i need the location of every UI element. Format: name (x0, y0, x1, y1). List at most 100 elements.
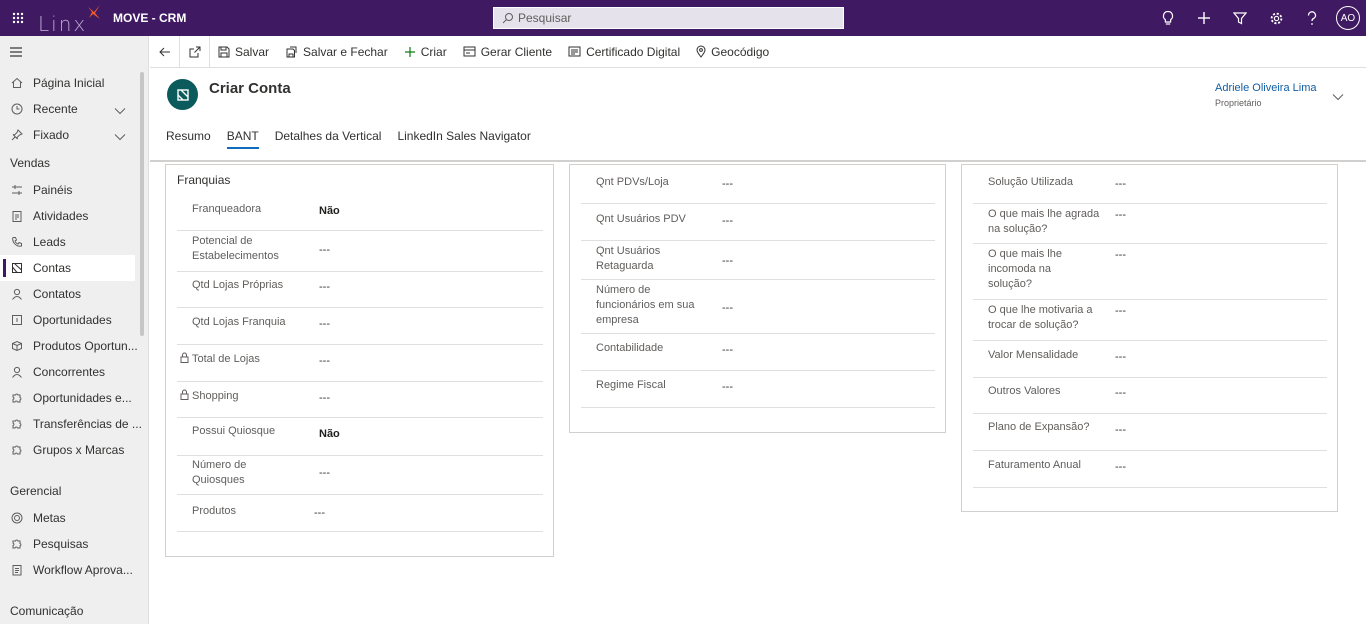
save-close-icon (286, 46, 297, 57)
chevron-down-icon[interactable] (114, 104, 126, 118)
sidebar-item-label: Workflow Aprova... (33, 563, 133, 577)
save-and-close-button[interactable]: Salvar e Fechar (277, 36, 396, 68)
search-placeholder: Pesquisar (518, 11, 572, 25)
field-value[interactable]: --- (319, 244, 330, 256)
sidebar-group-title: Comunicação (10, 603, 84, 618)
field-row: Potencial de Estabelecimentos --- (177, 231, 543, 272)
field-label: Qnt PDVs/Loja (596, 176, 669, 188)
account-entity-icon (167, 79, 198, 110)
field-label: Número de Quiosques (192, 459, 247, 486)
sidebar-item-groups-brands[interactable]: Grupos x Marcas (0, 437, 148, 463)
sidebar-item-dashboards[interactable]: Painéis (0, 177, 148, 203)
sidebar-item-recent[interactable]: Recente (0, 96, 148, 122)
sidebar-item-transfers[interactable]: Transferências de ... (0, 411, 148, 437)
field-row: Qnt Usuários PDV --- (581, 204, 935, 241)
field-row: Shopping --- (177, 382, 543, 418)
field-row: Plano de Expansão? --- (973, 414, 1327, 451)
sidebar-item-opportunities[interactable]: Oportunidades (0, 307, 148, 333)
sidebar-item-workflow[interactable]: Workflow Aprova... (0, 557, 148, 583)
sidebar-item-contacts[interactable]: Contatos (0, 281, 148, 307)
field-value[interactable]: --- (1115, 351, 1126, 363)
field-value[interactable]: Não (319, 205, 340, 217)
hamburger-menu-icon[interactable] (0, 36, 148, 68)
avatar[interactable]: AO (1336, 6, 1360, 30)
plus-icon[interactable] (1186, 0, 1222, 36)
digital-certificate-button[interactable]: Certificado Digital (560, 36, 688, 68)
field-label: Qnt Usuários Retaguarda (596, 245, 661, 272)
tab-detalhes-da-vertical[interactable]: Detalhes da Vertical (275, 129, 382, 147)
sidebar-item-label: Transferências de ... (33, 417, 142, 431)
search-input[interactable]: Pesquisar (493, 7, 844, 29)
save-button[interactable]: Salvar (210, 36, 277, 68)
sidebar-item-opportunity-products[interactable]: Produtos Oportun... (0, 333, 148, 359)
field-row: Regime Fiscal --- (581, 371, 935, 408)
sidebar-item-goals[interactable]: Metas (0, 505, 148, 531)
sidebar-item-leads[interactable]: Leads (0, 229, 148, 255)
gear-icon[interactable] (1258, 0, 1294, 36)
field-row: O que lhe motivaria a trocar de solução?… (973, 300, 1327, 341)
form-tabs: Resumo BANT Detalhes da Vertical LinkedI… (166, 129, 547, 149)
help-icon[interactable] (1294, 0, 1330, 36)
field-value[interactable]: --- (722, 381, 733, 393)
app-name[interactable]: MOVE - CRM (113, 11, 186, 25)
filter-icon[interactable] (1222, 0, 1258, 36)
field-row: Valor Mensalidade --- (973, 341, 1327, 378)
card-icon (463, 46, 476, 57)
sidebar-item-surveys[interactable]: Pesquisas (0, 531, 148, 557)
field-value[interactable]: --- (722, 178, 733, 190)
sidebar-item-opportunities-e[interactable]: Oportunidades e... (0, 385, 148, 411)
sidebar: Página Inicial Recente Fixado Vendas Pai… (0, 36, 149, 624)
waffle-icon[interactable] (0, 0, 36, 36)
field-value[interactable]: --- (1115, 387, 1126, 399)
field-value[interactable]: --- (314, 507, 325, 519)
create-button[interactable]: Criar (396, 36, 455, 68)
field-value[interactable]: --- (1115, 209, 1126, 221)
location-icon (696, 45, 706, 58)
field-value[interactable]: --- (1115, 424, 1126, 436)
field-row: Número de Quiosques --- (177, 456, 543, 495)
chevron-down-icon[interactable] (1332, 90, 1344, 104)
command-bar: Salvar Salvar e Fechar Criar Gerar Clien… (150, 35, 1366, 68)
generate-client-button[interactable]: Gerar Cliente (455, 36, 560, 68)
logo-text: Linx (38, 12, 88, 36)
sidebar-scrollbar[interactable] (140, 72, 144, 336)
chevron-down-icon[interactable] (114, 130, 126, 144)
sidebar-item-pinned[interactable]: Fixado (0, 122, 148, 148)
field-value[interactable]: --- (319, 467, 330, 479)
field-label: Possui Quiosque (192, 425, 276, 437)
generate-client-label: Gerar Cliente (480, 44, 553, 59)
field-value[interactable]: --- (1115, 178, 1126, 190)
field-value[interactable]: --- (319, 318, 330, 330)
field-value[interactable]: --- (1115, 461, 1126, 473)
tab-bant[interactable]: BANT (226, 129, 259, 149)
field-value[interactable]: --- (1115, 305, 1126, 317)
sidebar-item-label: Pesquisas (33, 537, 89, 551)
lightbulb-icon[interactable] (1150, 0, 1186, 36)
field-value[interactable]: --- (722, 215, 733, 227)
sidebar-item-label: Grupos x Marcas (33, 443, 125, 457)
clock-icon (10, 102, 24, 116)
dashboard-icon (10, 183, 24, 197)
field-value[interactable]: --- (722, 302, 733, 314)
geocode-button[interactable]: Geocódigo (688, 36, 777, 68)
sidebar-item-home[interactable]: Página Inicial (0, 70, 148, 96)
field-value[interactable]: --- (319, 281, 330, 293)
field-label: Solução Utilizada (988, 176, 1073, 188)
field-value[interactable]: --- (722, 344, 733, 356)
field-row: Qnt PDVs/Loja --- (581, 165, 935, 204)
sidebar-item-accounts[interactable]: Contas (0, 255, 135, 281)
tab-linkedin-sales-navigator[interactable]: LinkedIn Sales Navigator (397, 129, 530, 147)
field-value[interactable]: --- (1115, 249, 1126, 261)
back-arrow-icon[interactable] (150, 35, 180, 68)
field-row: Solução Utilizada --- (973, 165, 1327, 204)
open-new-window-icon[interactable] (180, 35, 210, 68)
field-value[interactable]: Não (319, 428, 340, 440)
field-row: Outros Valores --- (973, 378, 1327, 414)
sidebar-item-activities[interactable]: Atividades (0, 203, 148, 229)
owner-name-link[interactable]: Adriele Oliveira Lima (1215, 82, 1316, 94)
sidebar-item-competitors[interactable]: Concorrentes (0, 359, 148, 385)
tab-resumo[interactable]: Resumo (166, 129, 211, 147)
sidebar-group-title: Vendas (10, 155, 51, 170)
field-value[interactable]: --- (722, 255, 733, 267)
linx-logo[interactable]: Linx (38, 2, 100, 36)
